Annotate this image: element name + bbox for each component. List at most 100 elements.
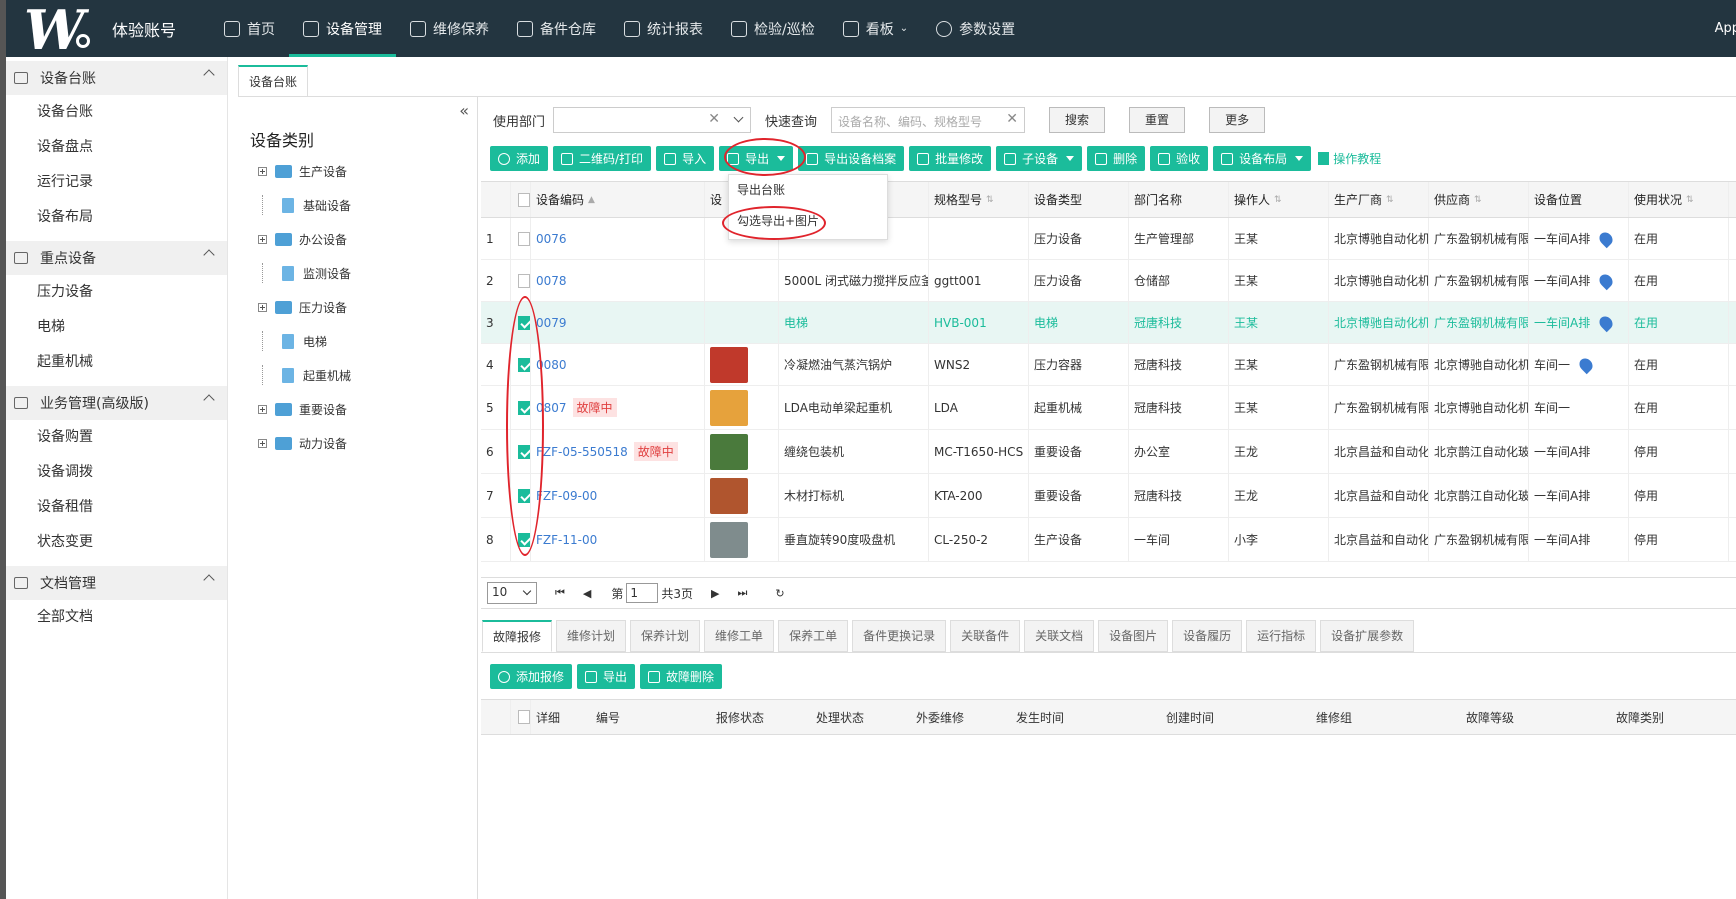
- tree-node[interactable]: 监测设备: [258, 263, 351, 283]
- sidebar-item-layout[interactable]: 设备布局: [6, 200, 227, 235]
- export-archive-button[interactable]: 导出设备档案: [798, 146, 905, 171]
- detail-tab[interactable]: 备件更换记录: [852, 620, 947, 652]
- equipment-thumbnail[interactable]: [710, 433, 748, 470]
- sidebar-item-rent[interactable]: 设备租借: [6, 490, 227, 525]
- nav-inspection[interactable]: 检验/巡检: [717, 0, 829, 57]
- page-size-select[interactable]: 10: [487, 582, 537, 604]
- table-row[interactable]: 3 0079 电梯 HVB-001 电梯 冠唐科技 王某 北京博驰自动化机 广东盈钢机械有限 一车…: [481, 302, 1736, 344]
- expand-icon[interactable]: [258, 234, 267, 244]
- sidebar-group-business[interactable]: 业务管理(高级版): [6, 386, 227, 420]
- export-ledger-item[interactable]: 导出台账: [729, 175, 887, 206]
- add-repair-button[interactable]: 添加报修: [490, 664, 573, 689]
- col-code[interactable]: 设备编码 ▲: [531, 182, 705, 217]
- equipment-code-link[interactable]: FZF-11-00: [536, 533, 597, 547]
- nav-equipment[interactable]: 设备管理: [289, 0, 396, 57]
- reset-button[interactable]: 重置: [1129, 107, 1186, 133]
- layout-button[interactable]: 设备布局: [1213, 146, 1312, 171]
- equipment-code-link[interactable]: FZF-09-00: [536, 489, 597, 503]
- equipment-code-link[interactable]: 0079: [536, 316, 567, 330]
- sidebar-item-ledger[interactable]: 设备台账: [6, 95, 227, 130]
- more-button[interactable]: 更多: [1209, 107, 1266, 133]
- select-all-checkbox[interactable]: [518, 192, 530, 207]
- detail-tab[interactable]: 维修计划: [556, 620, 627, 652]
- detail-tab[interactable]: 运行指标: [1246, 620, 1317, 652]
- table-row[interactable]: 8 FZF-11-00 垂直旋转90度吸盘机 CL-250-2 生产设备 一车间 小李 北京昌…: [481, 518, 1736, 562]
- sidebar-group-docs[interactable]: 文档管理: [6, 566, 227, 600]
- col-model[interactable]: 规格型号 ⇅: [929, 182, 1029, 217]
- sidebar-item-pressure[interactable]: 压力设备: [6, 275, 227, 310]
- row-checkbox[interactable]: [518, 231, 530, 246]
- tree-node[interactable]: 办公设备: [258, 229, 347, 249]
- detail-tab[interactable]: 设备图片: [1098, 620, 1169, 652]
- sidebar-item-purchase[interactable]: 设备购置: [6, 420, 227, 455]
- detail-tab[interactable]: 关联备件: [950, 620, 1021, 652]
- nav-reports[interactable]: 统计报表: [610, 0, 717, 57]
- table-row[interactable]: 7 FZF-09-00 木材打标机 KTA-200 重要设备 冠唐科技 王龙 北京昌益和自动化…: [481, 474, 1736, 518]
- tab-ledger[interactable]: 设备台账: [238, 65, 309, 96]
- sidebar-item-run-log[interactable]: 运行记录: [6, 165, 227, 200]
- tree-node[interactable]: 基础设备: [258, 195, 351, 215]
- detail-tab[interactable]: 设备扩展参数: [1320, 620, 1415, 652]
- equipment-code-link[interactable]: FZF-05-550518: [536, 445, 628, 459]
- col-manufacturer[interactable]: 生产厂商 ⇅: [1329, 182, 1429, 217]
- expand-icon[interactable]: [258, 302, 267, 312]
- detail-tab[interactable]: 保养计划: [630, 620, 701, 652]
- refresh-icon[interactable]: ↻: [775, 587, 784, 600]
- nav-home[interactable]: 首页: [210, 0, 289, 57]
- equipment-thumbnail[interactable]: [710, 477, 748, 514]
- batch-edit-button[interactable]: 批量修改: [909, 146, 992, 171]
- equipment-thumbnail[interactable]: [710, 346, 748, 383]
- equipment-code-link[interactable]: 0076: [536, 232, 567, 246]
- tree-node[interactable]: 压力设备: [258, 297, 347, 317]
- add-button[interactable]: 添加: [490, 146, 549, 171]
- prev-page-icon[interactable]: ◀: [583, 587, 591, 600]
- equipment-code-link[interactable]: 0078: [536, 274, 567, 288]
- sidebar-item-status-change[interactable]: 状态变更: [6, 525, 227, 560]
- select-all-checkbox[interactable]: [518, 710, 530, 724]
- detail-export-button[interactable]: 导出: [577, 664, 636, 689]
- tree-node[interactable]: 起重机械: [258, 365, 351, 385]
- user-menu[interactable]: App: [1715, 21, 1736, 36]
- detail-tab[interactable]: 故障报修: [482, 620, 553, 652]
- accept-button[interactable]: 验收: [1150, 146, 1209, 171]
- table-row[interactable]: 6 FZF-05-550518 故障中 缠绕包装机 MC-T1650-HCS 重要设备 办公…: [481, 430, 1736, 474]
- dept-select[interactable]: ✕: [553, 107, 752, 133]
- equipment-thumbnail[interactable]: [710, 521, 748, 558]
- clear-icon[interactable]: ✕: [1006, 111, 1018, 127]
- tree-node[interactable]: 电梯: [258, 331, 327, 351]
- sidebar-item-elevator[interactable]: 电梯: [6, 310, 227, 345]
- expand-icon[interactable]: [258, 166, 267, 176]
- sidebar-group-ledger[interactable]: 设备台账: [6, 61, 227, 95]
- sub-equipment-button[interactable]: 子设备: [996, 146, 1083, 171]
- tree-node[interactable]: 动力设备: [258, 433, 347, 453]
- qrcode-print-button[interactable]: 二维码/打印: [553, 146, 652, 171]
- page-input[interactable]: 1: [626, 583, 659, 603]
- nav-dashboard[interactable]: 看板 ⌄: [829, 0, 922, 57]
- col-operator[interactable]: 操作人 ⇅: [1229, 182, 1329, 217]
- location-pin-icon[interactable]: [1597, 271, 1616, 290]
- col-type[interactable]: 设备类型: [1029, 182, 1129, 217]
- expand-icon[interactable]: [258, 438, 267, 448]
- search-input[interactable]: 设备名称、编码、规格型号 ✕: [831, 107, 1026, 133]
- expand-icon[interactable]: [258, 404, 267, 414]
- fault-delete-button[interactable]: 故障删除: [640, 664, 723, 689]
- collapse-icon[interactable]: «: [459, 101, 469, 120]
- col-supplier[interactable]: 供应商 ⇅: [1429, 182, 1529, 217]
- nav-spares[interactable]: 备件仓库: [503, 0, 610, 57]
- first-page-icon[interactable]: ⏮: [555, 586, 565, 600]
- nav-maintenance[interactable]: 维修保养: [396, 0, 503, 57]
- table-row[interactable]: 5 0807 故障中 LDA电动单梁起重机 LDA 起重机械 冠唐科技 王某 广东盈钢机械有限北…: [481, 386, 1736, 430]
- clear-icon[interactable]: ✕: [708, 111, 720, 127]
- table-row[interactable]: 2 0078 5000L 闭式磁力搅拌反应釜 ggtt001 压力设备 仓储部 王某 北京博驰…: [481, 260, 1736, 302]
- col-status[interactable]: 使用状况 ⇅: [1629, 182, 1729, 217]
- tree-node[interactable]: 重要设备: [258, 399, 347, 419]
- search-button[interactable]: 搜索: [1049, 107, 1106, 133]
- detail-tab[interactable]: 设备履历: [1172, 620, 1243, 652]
- col-dept[interactable]: 部门名称: [1129, 182, 1229, 217]
- next-page-icon[interactable]: ▶: [711, 587, 719, 600]
- detail-tab[interactable]: 关联文档: [1024, 620, 1095, 652]
- detail-tab[interactable]: 保养工单: [778, 620, 849, 652]
- location-pin-icon[interactable]: [1576, 355, 1596, 374]
- tree-node[interactable]: 生产设备: [258, 161, 347, 181]
- sidebar-item-inventory[interactable]: 设备盘点: [6, 130, 227, 165]
